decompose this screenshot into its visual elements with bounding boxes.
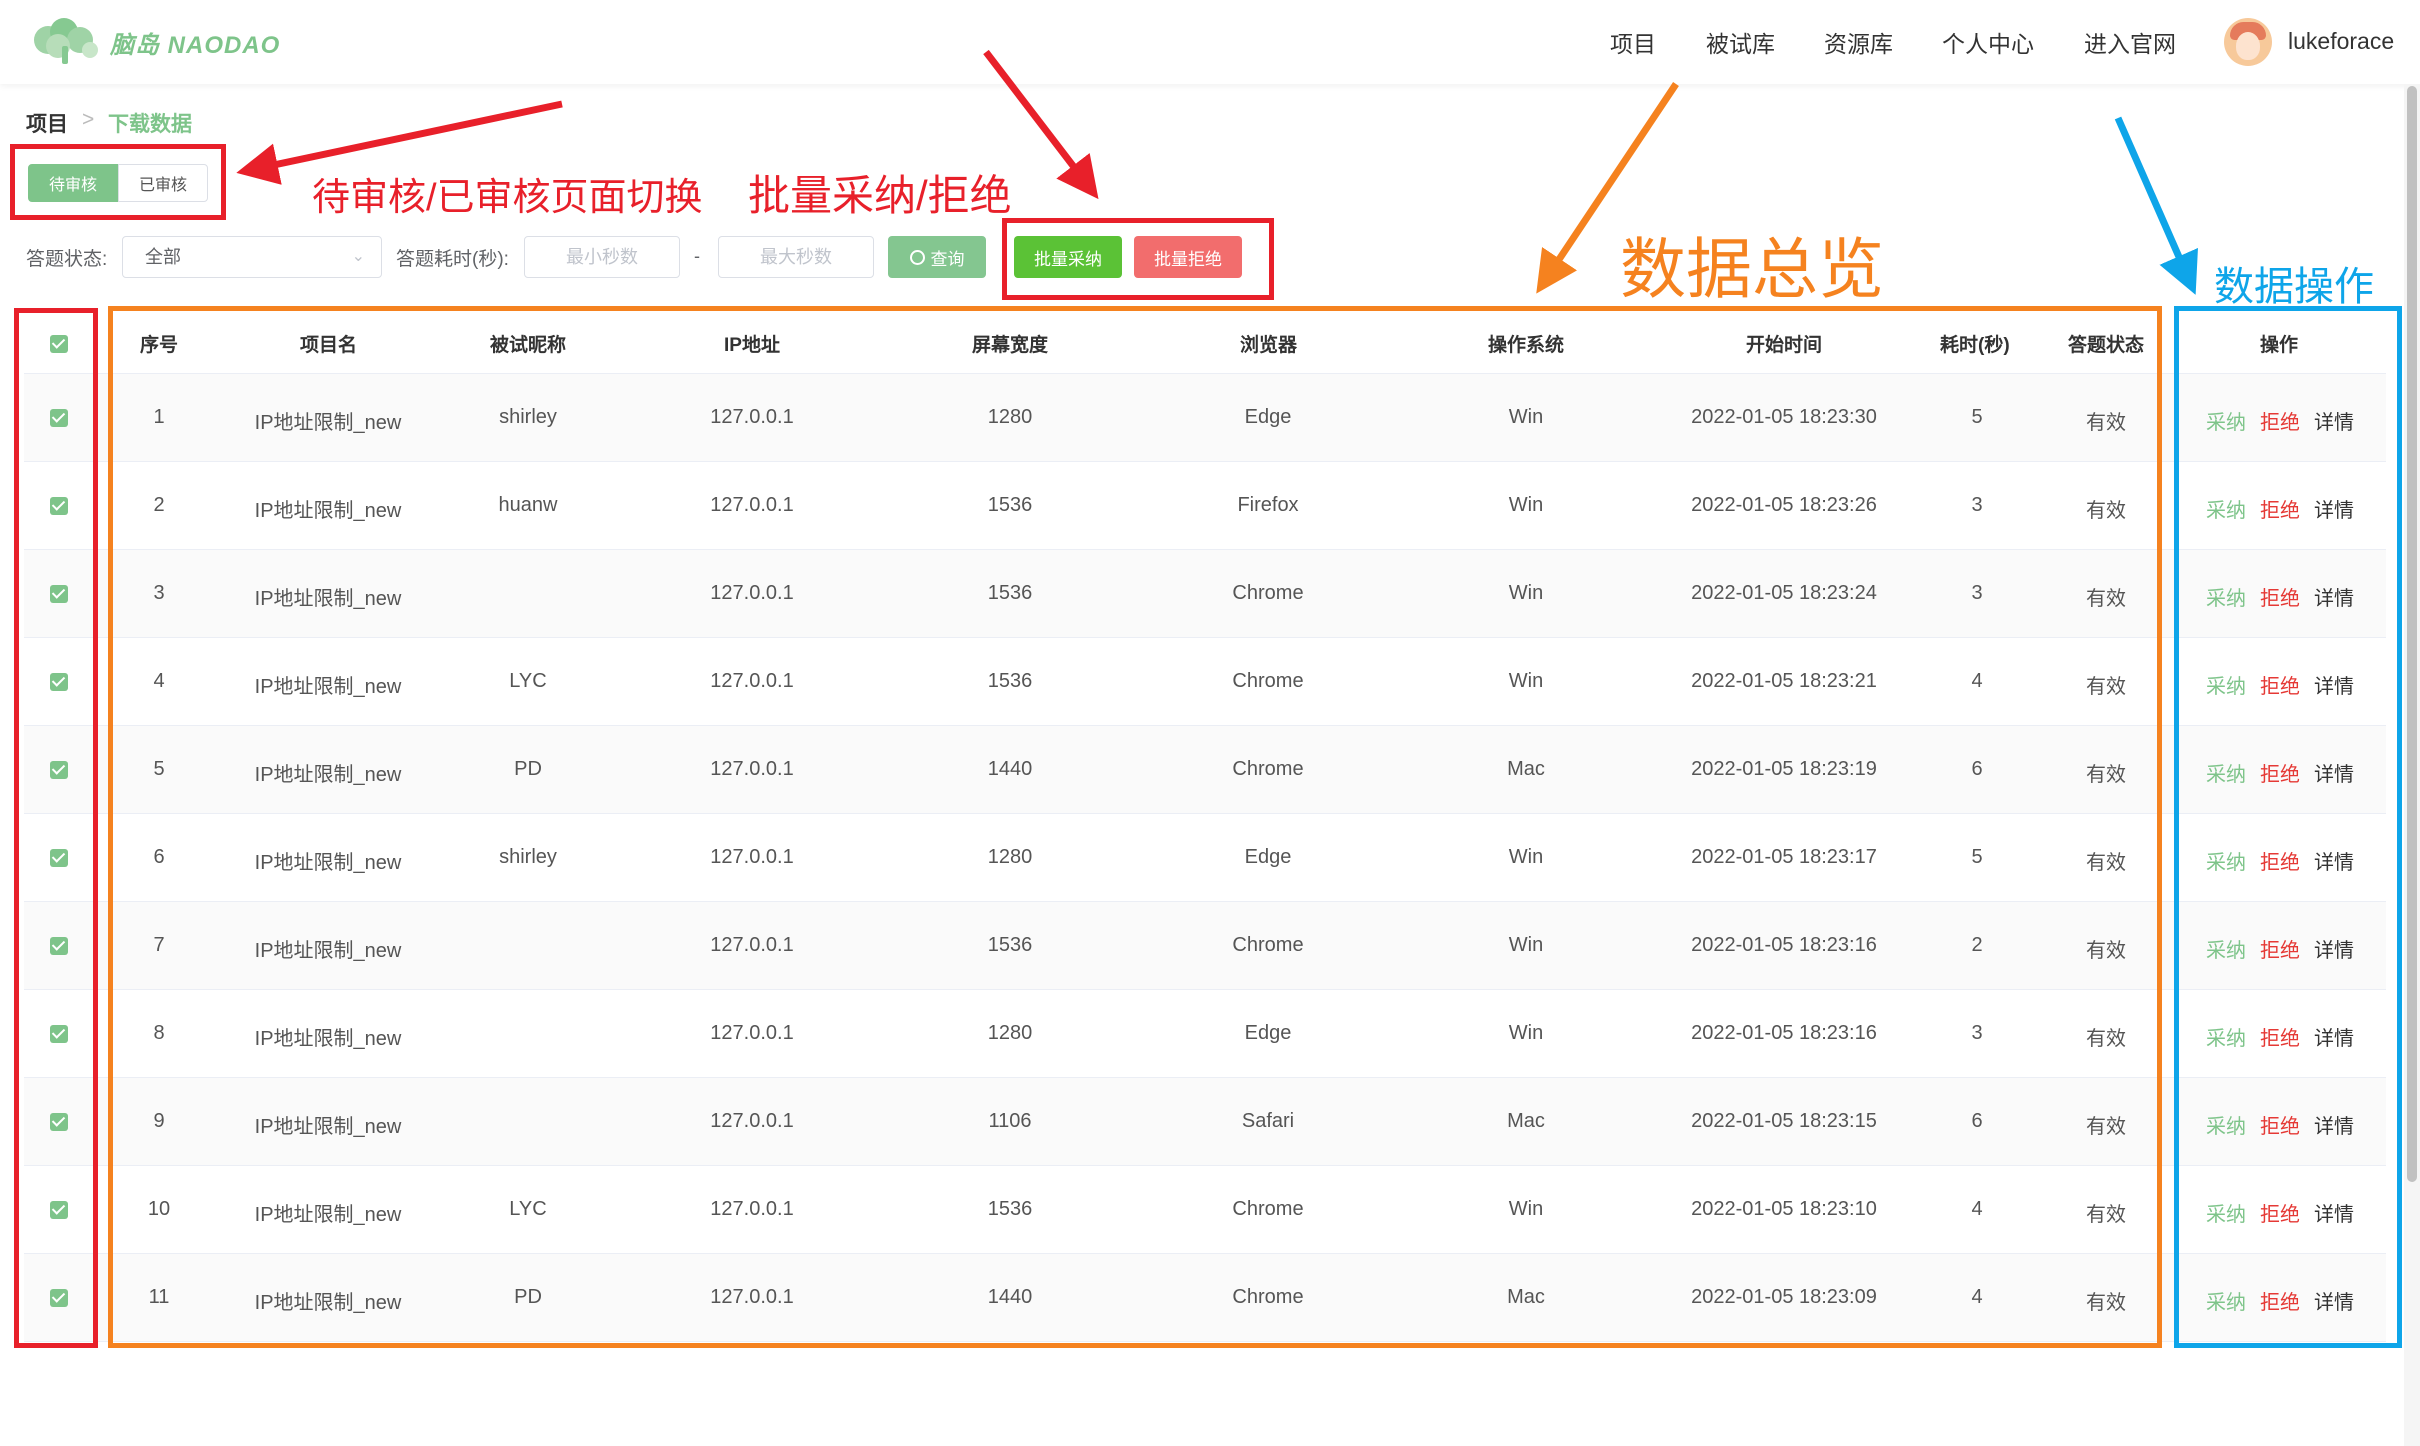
batch-annotation: 批量采纳/拒绝 [748,172,1012,219]
username[interactable]: lukeforace [2288,28,2394,55]
app-logo[interactable]: 脑岛 NAODAO [28,16,280,68]
status-label: 答题状态: [26,249,108,270]
min-seconds-input[interactable]: 最小秒数 [524,236,680,278]
search-icon [909,249,925,265]
time-label: 答题耗时(秒): [396,249,509,270]
query-button-label: 查询 [930,249,965,269]
nav-profile[interactable]: 个人中心 [1942,25,2034,59]
breadcrumb-projects[interactable]: 项目 [26,108,68,138]
arrow-to-operations [2114,116,2198,295]
breadcrumb-current: 下载数据 [108,113,192,136]
arrow-to-tabs [236,100,563,185]
data-overview-annotation-box [108,306,2162,1348]
batch-annotation-box [1002,218,1274,300]
overview-annotation: 数据总览 [1620,232,1884,306]
tab-switch-annotation: 待审核/已审核页面切换 [312,177,703,219]
nav-subject-pool[interactable]: 被试库 [1706,25,1775,59]
scrollbar-thumb[interactable] [2407,86,2417,1182]
nav-resources[interactable]: 资源库 [1824,25,1893,59]
status-select[interactable]: 全部 ⌄ [122,236,382,278]
tab-switch-annotation-box [10,144,226,220]
operations-annotation: 数据操作 [2214,265,2374,309]
breadcrumb-separator-icon: > [82,108,95,131]
cloud-logo-icon [34,18,98,64]
nav-projects[interactable]: 项目 [1610,25,1656,59]
chevron-down-icon: ⌄ [351,248,365,265]
checkbox-column-annotation-box [14,308,98,1348]
query-button[interactable]: 查询 [888,236,986,278]
data-operations-annotation-box [2174,306,2402,1348]
logo-text: 脑岛 NAODAO [110,31,281,59]
nav-official-site[interactable]: 进入官网 [2084,25,2176,59]
max-seconds-input[interactable]: 最大秒数 [718,236,874,278]
top-header: 脑岛 NAODAO 项目 被试库 资源库 个人中心 进入官网 lukeforac… [0,0,2420,84]
user-avatar-icon[interactable] [2224,18,2272,66]
range-dash: - [694,246,700,266]
status-select-value: 全部 [145,247,181,267]
